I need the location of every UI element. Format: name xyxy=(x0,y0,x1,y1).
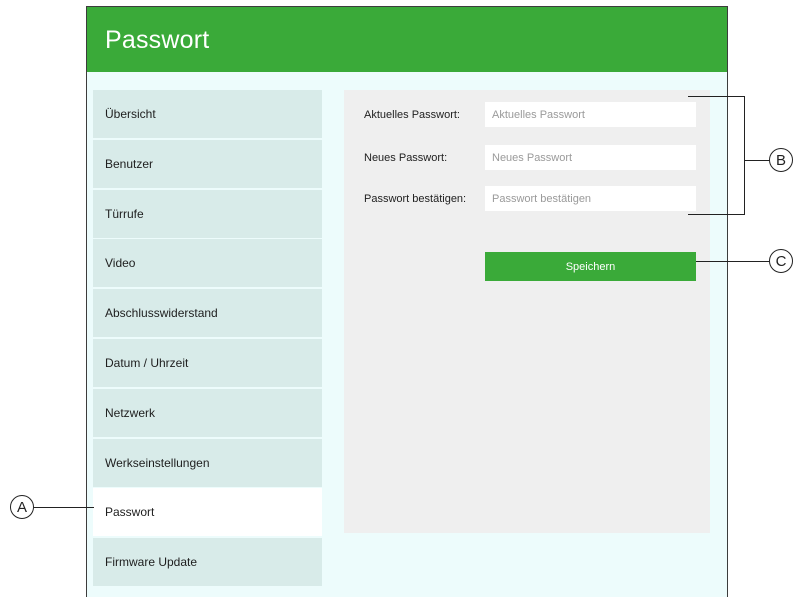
new-password-label: Neues Passwort: xyxy=(364,152,448,164)
sidebar-item-label: Passwort xyxy=(105,505,155,520)
sidebar-item-firmware-update[interactable]: Firmware Update xyxy=(93,538,322,587)
new-password-input[interactable] xyxy=(485,145,696,170)
sidebar-item-label: Netzwerk xyxy=(105,405,156,420)
password-form-panel: Aktuelles Passwort: Neues Passwort: Pass… xyxy=(344,90,710,533)
current-password-input[interactable] xyxy=(485,102,696,127)
current-password-row: Aktuelles Passwort: xyxy=(344,102,710,128)
sidebar-item-tuerrufe[interactable]: Türrufe xyxy=(93,189,322,238)
app-window: Passwort Übersicht Benutzer Türrufe Vide… xyxy=(86,6,728,597)
confirm-password-input[interactable] xyxy=(485,186,696,211)
sidebar-item-passwort[interactable]: Passwort xyxy=(93,488,322,537)
confirm-password-label: Passwort bestätigen: xyxy=(364,193,467,205)
sidebar-item-label: Übersicht xyxy=(105,107,156,121)
sidebar-item-uebersicht[interactable]: Übersicht xyxy=(93,90,322,138)
callout-b-bracket-side xyxy=(744,96,746,215)
sidebar-item-werkseinstellungen[interactable]: Werkseinstellungen xyxy=(93,438,322,487)
callout-c: C xyxy=(769,249,793,273)
save-button[interactable]: Speichern xyxy=(485,252,696,281)
sidebar-item-label: Firmware Update xyxy=(105,555,198,570)
sidebar-item-benutzer[interactable]: Benutzer xyxy=(93,139,322,188)
callout-c-line xyxy=(696,261,770,263)
sidebar-item-video[interactable]: Video xyxy=(93,239,322,288)
callout-a: A xyxy=(10,495,34,519)
callout-b-bracket-bottom xyxy=(688,214,745,216)
new-password-row: Neues Passwort: xyxy=(344,145,710,171)
callout-b: B xyxy=(769,148,793,172)
page-title: Passwort xyxy=(105,26,210,54)
sidebar-item-label: Abschlusswiderstand xyxy=(105,306,218,321)
sidebar-item-label: Datum / Uhrzeit xyxy=(105,355,189,370)
sidebar-item-label: Benutzer xyxy=(105,156,154,171)
sidebar-item-label: Video xyxy=(105,256,136,271)
sidebar-item-abschlusswiderstand[interactable]: Abschlusswiderstand xyxy=(93,289,322,338)
sidebar-nav: Übersicht Benutzer Türrufe Video Abschlu… xyxy=(93,90,322,588)
current-password-label: Aktuelles Passwort: xyxy=(364,109,460,121)
sidebar-item-datum-uhrzeit[interactable]: Datum / Uhrzeit xyxy=(93,338,322,387)
page-header: Passwort xyxy=(87,7,727,72)
callout-a-line xyxy=(34,507,94,509)
sidebar-item-label: Türrufe xyxy=(105,206,144,221)
sidebar-item-netzwerk[interactable]: Netzwerk xyxy=(93,388,322,437)
confirm-password-row: Passwort bestätigen: xyxy=(344,186,710,212)
sidebar-item-label: Werkseinstellungen xyxy=(105,455,210,470)
callout-b-bracket-top xyxy=(688,96,745,98)
callout-b-line xyxy=(745,160,770,162)
